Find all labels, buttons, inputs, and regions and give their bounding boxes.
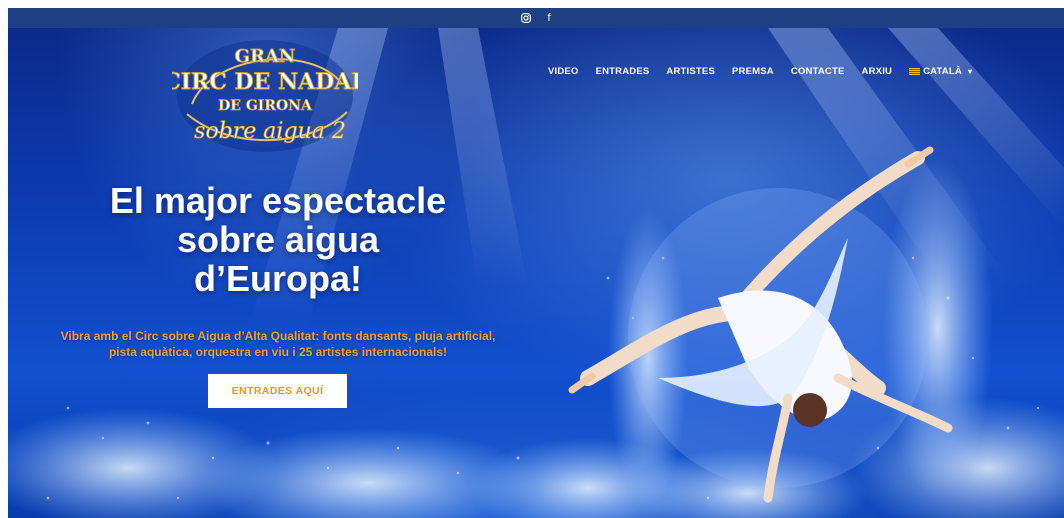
headline-line-3: d’Europa! [194,258,362,299]
hero-headline: El major espectacle sobre aigua d’Europa… [48,181,508,298]
subtitle-line-1: Vibra amb el Circ sobre Aigua d’Alta Qua… [60,329,496,343]
language-label: CATALÀ [923,66,962,77]
nav-item-contacte[interactable]: CONTACTE [791,66,845,77]
nav-item-artistes[interactable]: ARTISTES [666,66,715,77]
page-frame: f GRAN CIRC DE NADAL DE GIRONA sobre aig… [8,8,1064,518]
chevron-down-icon: ▾ [967,67,973,76]
nav-item-entrades[interactable]: ENTRADES [596,66,650,77]
instagram-icon[interactable] [521,13,532,23]
headline-line-1: El major espectacle [109,180,447,221]
nav-item-premsa[interactable]: PREMSA [732,66,774,77]
nav-item-video[interactable]: VIDEO [548,66,579,77]
site-logo[interactable]: GRAN CIRC DE NADAL DE GIRONA sobre aigua… [172,34,358,156]
logo-line-1: GRAN [235,46,296,67]
subtitle-line-2: pista aquàtica, orquestra en viu i 25 ar… [108,345,448,359]
tickets-cta-button[interactable]: ENTRADES AQUÍ [208,374,347,408]
facebook-icon[interactable]: f [547,8,550,28]
social-bar: f [8,8,1064,28]
language-selector[interactable]: CATALÀ ▾ [909,66,972,77]
nav-item-arxiu[interactable]: ARXIU [862,66,893,77]
logo-line-4: sobre aigua 2 [194,119,346,144]
main-nav: VIDEO ENTRADES ARTISTES PREMSA CONTACTE … [548,66,972,77]
acrobat-illustration [568,146,953,503]
hero-section: GRAN CIRC DE NADAL DE GIRONA sobre aigua… [8,28,1064,518]
headline-line-2: sobre aigua [176,219,380,260]
hero-subtitle: Vibra amb el Circ sobre Aigua d’Alta Qua… [8,328,548,360]
catalan-flag-icon [909,68,921,75]
logo-line-2: CIRC DE NADAL [172,69,358,95]
logo-line-3: DE GIRONA [218,98,313,114]
